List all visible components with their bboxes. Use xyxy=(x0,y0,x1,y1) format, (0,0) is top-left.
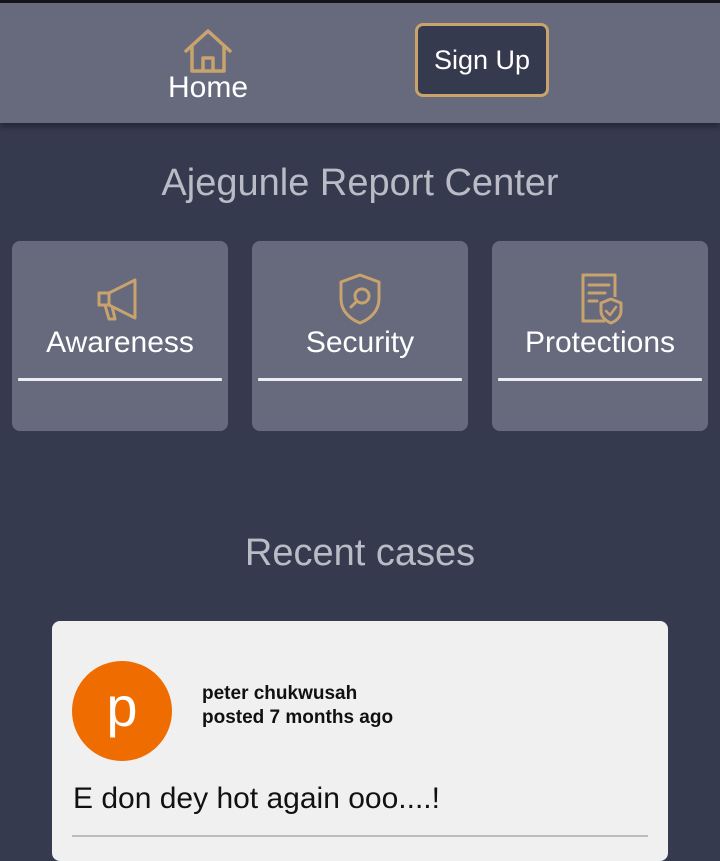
category-label: Protections xyxy=(524,326,676,359)
avatar: p xyxy=(72,661,172,761)
home-button[interactable]: Home xyxy=(148,25,268,107)
sign-up-button[interactable]: Sign Up xyxy=(415,23,549,97)
category-label: Awareness xyxy=(46,326,194,359)
case-text: E don dey hot again ooo....! xyxy=(73,782,440,815)
document-shield-icon xyxy=(581,273,623,325)
category-label: Security xyxy=(305,326,415,359)
megaphone-icon xyxy=(97,278,137,321)
home-label: Home xyxy=(167,71,249,104)
home-icon xyxy=(184,29,232,73)
category-underline xyxy=(498,378,702,381)
case-card[interactable]: p peter chukwusah posted 7 months ago E … xyxy=(52,621,668,861)
category-card-awareness[interactable]: Awareness xyxy=(12,241,228,431)
category-card-security[interactable]: Security xyxy=(252,241,468,431)
author-name: peter chukwusah xyxy=(202,683,358,704)
page-title: Ajegunle Report Center xyxy=(161,162,559,204)
top-nav-bar: Home Sign Up xyxy=(0,3,720,123)
divider xyxy=(72,835,648,837)
category-underline xyxy=(258,378,462,381)
category-underline xyxy=(18,378,222,381)
category-card-protections[interactable]: Protections xyxy=(492,241,708,431)
posted-time: posted 7 months ago xyxy=(202,707,394,728)
recent-cases-title: Recent cases xyxy=(244,532,476,574)
shield-search-icon xyxy=(339,273,381,325)
